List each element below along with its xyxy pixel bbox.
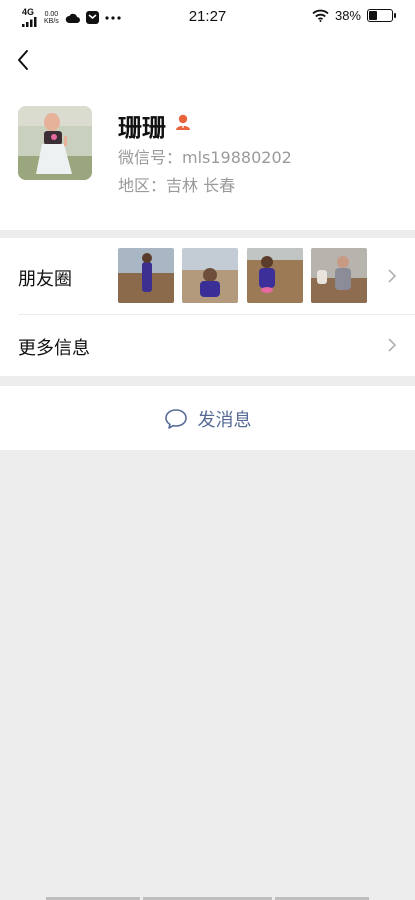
- moments-photo-2: [182, 248, 238, 303]
- battery-icon: [367, 9, 396, 22]
- moments-photo-4: [311, 248, 367, 303]
- status-bar: 4G 0.00 KB/s 21:27 38%: [0, 0, 415, 34]
- more-info-row[interactable]: 更多信息: [0, 314, 415, 376]
- back-arrow-icon[interactable]: [14, 48, 32, 72]
- moments-label: 朋友圈: [18, 269, 72, 290]
- moments-photo-1: [118, 248, 174, 303]
- moments-chevron-icon: [388, 269, 397, 283]
- send-message-label: 发消息: [197, 410, 252, 431]
- more-info-label: 更多信息: [18, 338, 90, 359]
- more-info-chevron-icon: [388, 338, 397, 352]
- person-badge-icon: [176, 114, 190, 130]
- region: 地区：吉林 长春: [118, 176, 236, 195]
- battery-percent: 38%: [334, 8, 361, 23]
- avatar-image: [18, 106, 92, 180]
- send-message-button[interactable]: 发消息: [0, 386, 415, 450]
- top-bar: [0, 34, 415, 86]
- avatar[interactable]: [18, 106, 92, 180]
- wechat-id: 微信号：mls19880202: [118, 148, 292, 167]
- battery-fill: [369, 11, 377, 20]
- status-right-icons: 38%: [312, 8, 396, 23]
- chat-bubble-icon: [164, 409, 187, 429]
- wifi-icon: [312, 9, 329, 22]
- profile-card: 珊珊 微信号：mls19880202 地区：吉林 长春: [0, 86, 415, 230]
- profile-name: 珊珊: [118, 114, 166, 142]
- moments-row[interactable]: 朋友圈: [0, 238, 415, 314]
- row-divider: [18, 314, 415, 315]
- moments-photo-3: [247, 248, 303, 303]
